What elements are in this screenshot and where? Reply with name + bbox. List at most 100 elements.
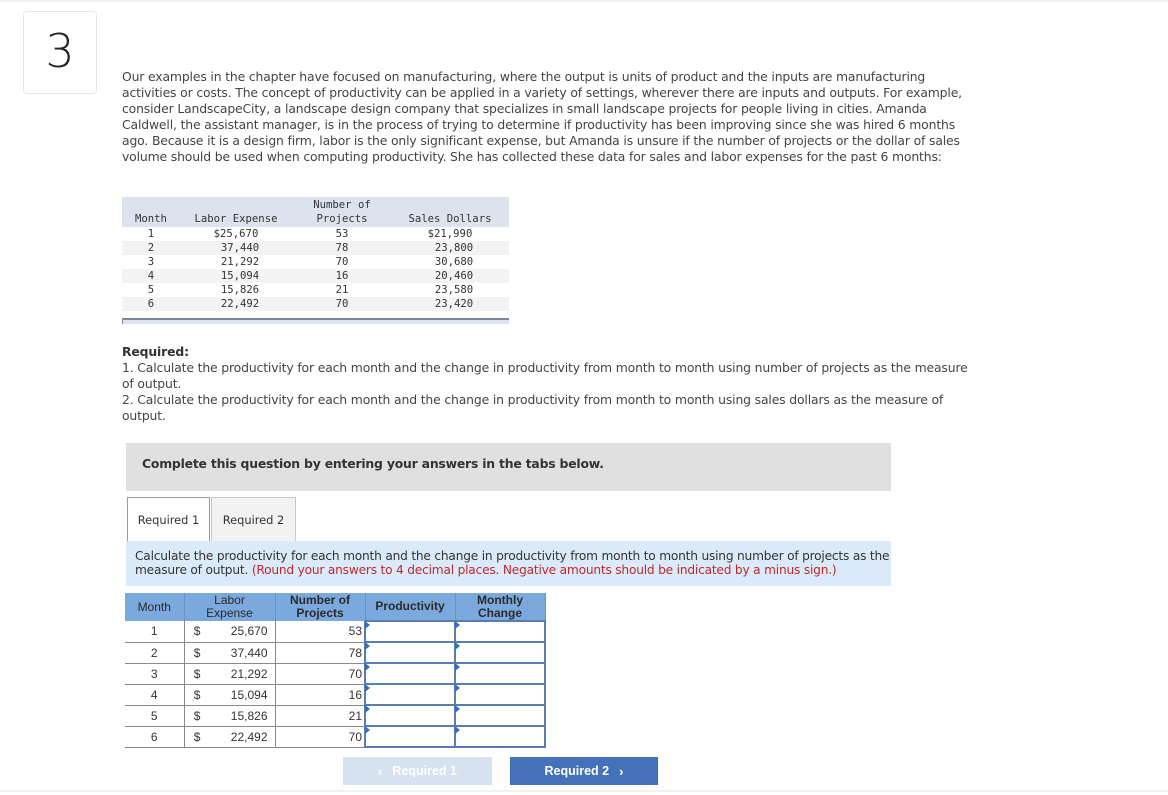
productivity-input[interactable] [366, 727, 454, 746]
required-item-1: 1. Calculate the productivity for each m… [122, 360, 968, 391]
cell-sales: 30,680 [434, 256, 474, 268]
monthly-change-input-cell[interactable] [454, 725, 546, 748]
cell-month: 2 [125, 642, 185, 664]
table-row: 5 15,826 21 23,580 [122, 283, 509, 297]
chevron-right-icon: › [619, 763, 624, 779]
top-divider [0, 0, 1168, 2]
productivity-input-cell[interactable] [364, 620, 456, 643]
cell-labor: 22,492 [209, 726, 276, 748]
cell-month: 3 [125, 663, 185, 685]
cell-currency: $ [184, 726, 210, 748]
productivity-input[interactable] [366, 622, 454, 641]
tab-label: Required 1 [137, 512, 200, 527]
header-projects-line1: Number of [290, 593, 350, 607]
given-data-body: 1 $25,670 53 $21,990 2 37,440 78 23,800 … [122, 227, 509, 311]
productivity-input[interactable] [366, 643, 454, 662]
prev-required-1-button[interactable]: ‹ Required 1 [343, 757, 492, 785]
input-marker-icon [365, 726, 370, 734]
table-row: 6 22,492 70 23,420 [122, 297, 509, 311]
table-row: 5 $ 15,826 21 [125, 704, 546, 727]
cell-projects: 70 [275, 663, 366, 685]
cell-projects: 21 [275, 705, 366, 727]
header-labor-line1: Labor [214, 593, 245, 607]
header-change-line1: Monthly [477, 592, 523, 607]
cell-month: 4 [125, 684, 185, 706]
input-marker-icon [455, 684, 460, 692]
header-productivity: Productivity [365, 593, 456, 621]
tab-required-2[interactable]: Required 2 [211, 497, 296, 541]
monthly-change-input[interactable] [456, 727, 544, 746]
table-row: 3 $ 21,292 70 [125, 662, 546, 685]
problem-intro: Our examples in the chapter have focused… [122, 69, 972, 165]
cell-month: 6 [147, 298, 155, 310]
next-button-label: Required 2 [544, 764, 610, 778]
cell-projects: 70 [275, 726, 366, 748]
productivity-input-cell[interactable] [364, 725, 456, 748]
monthly-change-input[interactable] [456, 706, 544, 725]
table-row: 2 37,440 78 23,800 [122, 241, 509, 255]
required-section: Required: 1. Calculate the productivity … [122, 344, 972, 424]
input-marker-icon [455, 705, 460, 713]
cell-month: 1 [147, 228, 155, 240]
given-data-table: Month Labor Expense Number of Projects S… [122, 197, 509, 324]
cell-labor: 15,094 [209, 684, 276, 706]
monthly-change-input-cell[interactable] [454, 662, 546, 685]
intro-text: Our examples in the chapter have focused… [122, 69, 962, 164]
tab-required-1[interactable]: Required 1 [127, 497, 210, 541]
productivity-input-cell[interactable] [364, 641, 456, 664]
productivity-input-cell[interactable] [364, 704, 456, 727]
monthly-change-input-cell[interactable] [454, 683, 546, 706]
next-required-2-button[interactable]: Required 2 › [510, 757, 658, 785]
cell-currency: $ [184, 621, 210, 643]
cell-projects: 78 [275, 642, 366, 664]
cell-month: 5 [147, 284, 155, 296]
monthly-change-input[interactable] [456, 685, 544, 704]
col-sales-dollars: Sales Dollars [408, 213, 492, 225]
cell-labor: 15,826 [220, 284, 260, 296]
input-marker-icon [365, 684, 370, 692]
answer-table-header: Month Labor Expense Number of Projects Pro… [125, 592, 546, 621]
productivity-input[interactable] [366, 706, 454, 725]
cell-projects: 16 [335, 270, 349, 282]
cell-projects: 53 [275, 621, 366, 643]
cell-sales: 23,800 [434, 242, 474, 254]
cell-projects: 16 [275, 684, 366, 706]
input-marker-icon [455, 642, 460, 650]
productivity-input[interactable] [366, 664, 454, 683]
cell-month: 3 [147, 256, 155, 268]
col-month: Month [135, 213, 167, 225]
cell-month: 2 [147, 242, 155, 254]
table-row: 2 $ 37,440 78 [125, 641, 546, 664]
cell-currency: $ [184, 642, 210, 664]
table-row: 1 $ 25,670 53 [125, 620, 546, 643]
complete-instruction-text: Complete this question by entering your … [142, 456, 604, 471]
productivity-input-cell[interactable] [364, 683, 456, 706]
complete-instruction-banner: Complete this question by entering your … [126, 443, 891, 491]
monthly-change-input[interactable] [456, 622, 544, 641]
cell-currency: $ [184, 663, 210, 685]
cell-projects: 21 [335, 284, 349, 296]
col-projects-line2: Projects [316, 213, 368, 225]
monthly-change-input[interactable] [456, 664, 544, 683]
header-projects-line2: Projects [296, 606, 344, 620]
productivity-input[interactable] [366, 685, 454, 704]
table-row: 4 $ 15,094 16 [125, 683, 546, 706]
bottom-divider [0, 790, 1168, 792]
answer-table: Month Labor Expense Number of Projects Pro… [125, 593, 546, 748]
input-marker-icon [455, 663, 460, 671]
cell-labor: 15,094 [220, 270, 260, 282]
col-labor-expense: Labor Expense [194, 213, 278, 225]
required-tabs: Required 1 Required 2 [127, 497, 296, 541]
monthly-change-input-cell[interactable] [454, 641, 546, 664]
cell-labor: 25,670 [209, 621, 276, 643]
monthly-change-input[interactable] [456, 643, 544, 662]
header-labor-line2: Expense [206, 606, 253, 620]
monthly-change-input-cell[interactable] [454, 620, 546, 643]
instruction-box: Calculate the productivity for each mont… [126, 541, 891, 586]
cell-labor: 37,440 [209, 642, 276, 664]
cell-month: 6 [125, 726, 185, 748]
tab-label: Required 2 [222, 512, 285, 527]
prev-button-label: Required 1 [392, 764, 457, 778]
productivity-input-cell[interactable] [364, 662, 456, 685]
monthly-change-input-cell[interactable] [454, 704, 546, 727]
